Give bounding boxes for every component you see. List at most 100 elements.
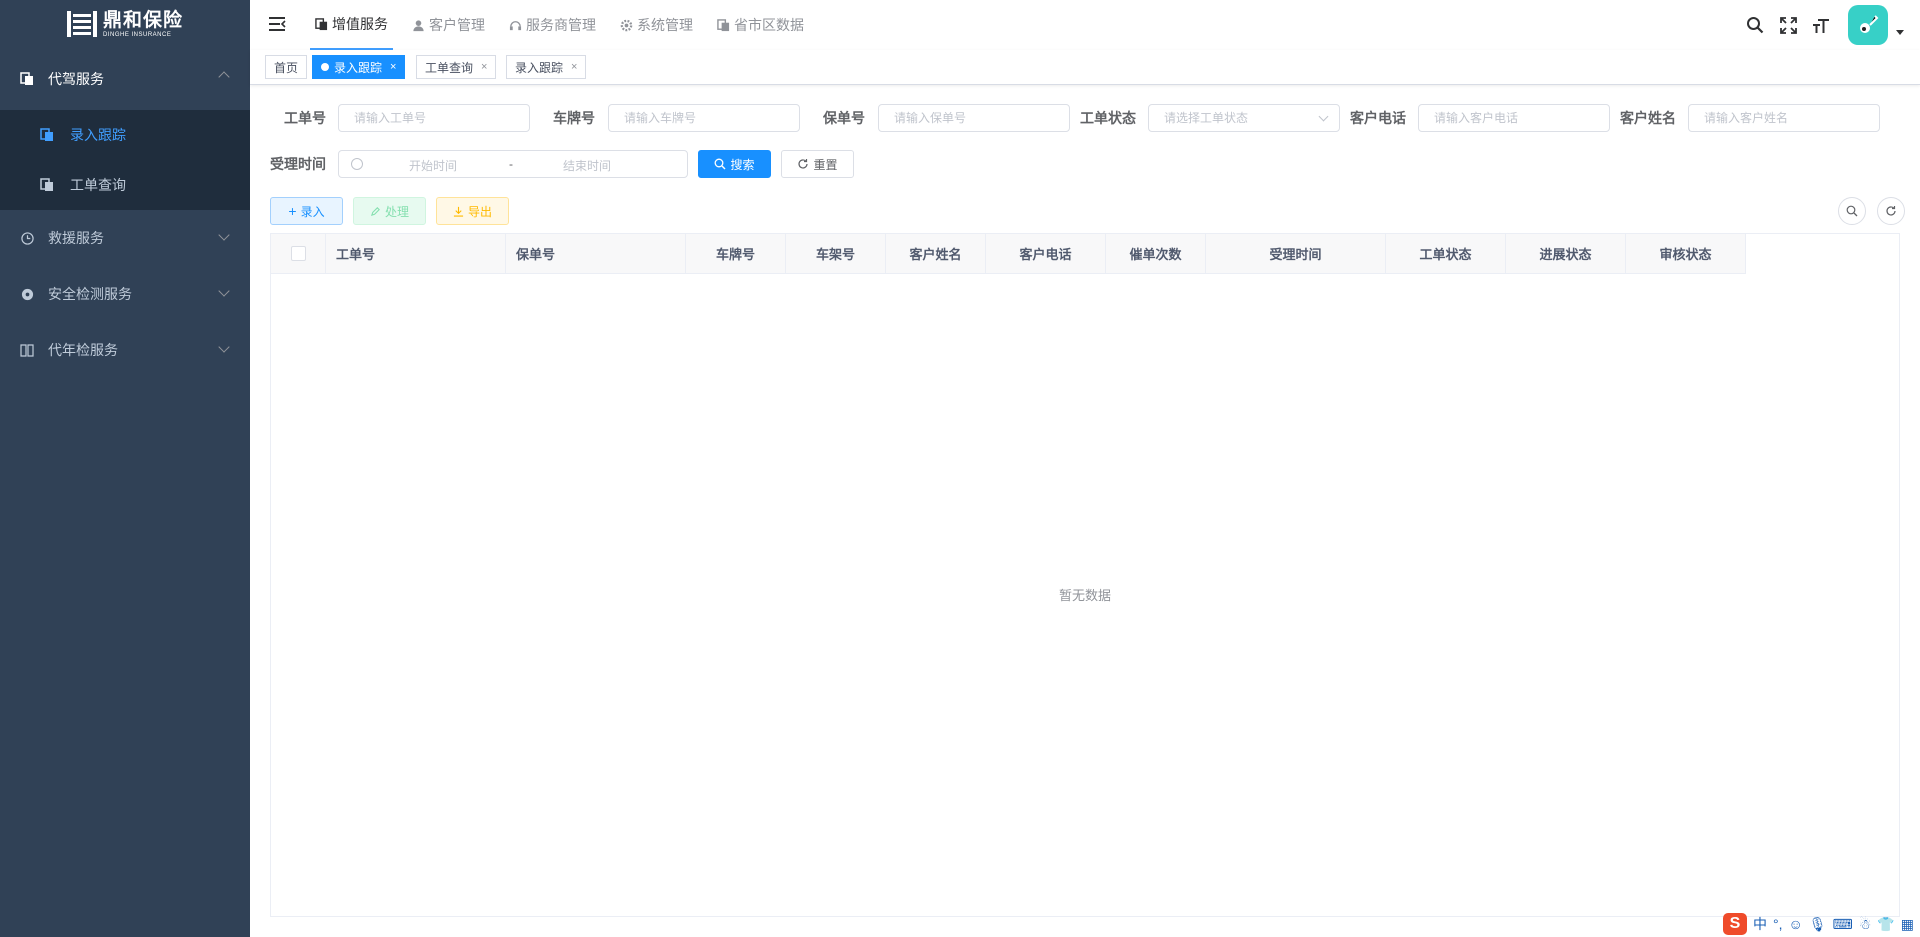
start-time-input[interactable]: 开始时间: [409, 157, 457, 174]
end-time-input[interactable]: 结束时间: [563, 157, 611, 174]
chevron-up-icon: [218, 71, 230, 83]
topnav-value-added-services[interactable]: 增值服务: [310, 0, 393, 50]
data-table: 工单号 保单号 车牌号 车架号 客户姓名 客户电话 催单次数 受理时间 工单状态…: [270, 233, 1900, 917]
close-icon[interactable]: ×: [571, 61, 577, 73]
user-icon[interactable]: ☃: [1859, 916, 1872, 933]
name-input[interactable]: 请输入客户姓名: [1688, 104, 1880, 132]
download-icon: [453, 206, 464, 217]
keyboard-icon[interactable]: ⌨: [1833, 916, 1853, 933]
reset-button[interactable]: 重置: [781, 150, 854, 178]
phone-input[interactable]: 请输入客户电话: [1418, 104, 1610, 132]
sidebar-subitem-entry-tracking[interactable]: 录入跟踪: [0, 110, 250, 160]
skin-icon[interactable]: 👕: [1877, 916, 1894, 933]
topbar: 增值服务 客户管理 服务商管理 系统管理 省市区数据: [250, 0, 1920, 50]
service-icon: [509, 19, 522, 32]
submenu-designated-driving: 录入跟踪 工单查询: [0, 110, 250, 210]
close-icon[interactable]: ×: [390, 61, 396, 73]
emoji-icon[interactable]: ☺: [1788, 916, 1802, 932]
tag-entry-tracking-2[interactable]: 录入跟踪 ×: [506, 55, 587, 79]
guitar-icon: [1860, 15, 1879, 33]
tag-label: 工单查询: [425, 60, 474, 75]
tag-home[interactable]: 首页: [265, 55, 308, 79]
chevron-down-icon: [218, 285, 230, 297]
sogou-logo-icon[interactable]: S: [1722, 913, 1747, 935]
add-button-label: 录入: [300, 204, 325, 219]
topnav-label: 系统管理: [637, 17, 693, 33]
topnav-label: 服务商管理: [526, 17, 596, 33]
column-header[interactable]: 客户姓名: [886, 234, 986, 274]
clock-icon: [20, 231, 34, 245]
documents-icon: [717, 18, 730, 32]
settings-icon: [20, 287, 34, 301]
logo-mark-icon: [66, 9, 97, 39]
search-button[interactable]: 搜索: [698, 150, 771, 178]
chevron-down-icon: [218, 229, 230, 241]
font-size-icon[interactable]: [1811, 15, 1831, 35]
avatar[interactable]: [1848, 5, 1888, 45]
add-button[interactable]: + 录入: [270, 197, 343, 225]
topbar-actions: [1745, 0, 1920, 50]
select-all-checkbox[interactable]: [290, 246, 306, 261]
column-header[interactable]: 车架号: [786, 234, 886, 274]
caret-down-icon[interactable]: [1896, 29, 1904, 35]
column-header[interactable]: 审核状态: [1626, 234, 1746, 274]
tag-entry-tracking[interactable]: 录入跟踪 ×: [312, 55, 406, 79]
topnav-customer-management[interactable]: 客户管理: [407, 0, 490, 50]
export-button[interactable]: 导出: [436, 197, 509, 225]
topnav-label: 客户管理: [429, 17, 485, 33]
topnav-system-management[interactable]: 系统管理: [615, 0, 698, 50]
order-no-input[interactable]: 请输入工单号: [338, 104, 530, 132]
sidebar-item-annual-inspection[interactable]: 代年检服务: [0, 322, 250, 378]
column-header[interactable]: 工单号: [326, 234, 506, 274]
ime-punctuation[interactable]: °,: [1773, 916, 1783, 932]
sidebar-item-designated-driving[interactable]: 代驾服务: [0, 48, 250, 110]
gear-icon: [620, 19, 633, 32]
chevron-down-icon: [218, 341, 230, 353]
topnav-region-data[interactable]: 省市区数据: [712, 0, 809, 50]
ime-toolbar: S 中 °, ☺ 🎙 ⌨ ☃ 👕 ▦: [1722, 911, 1920, 937]
tag-label: 录入跟踪: [334, 60, 383, 75]
refresh-icon: [798, 159, 809, 169]
column-header[interactable]: 车牌号: [686, 234, 786, 274]
user-icon: [412, 19, 425, 32]
logo[interactable]: 鼎和保险 DINGHE INSURANCE: [0, 0, 250, 48]
plus-icon: +: [288, 203, 297, 219]
plate-no-input[interactable]: 请输入车牌号: [608, 104, 800, 132]
sidebar-item-safety-inspection[interactable]: 安全检测服务: [0, 266, 250, 322]
topnav-provider-management[interactable]: 服务商管理: [504, 0, 601, 50]
column-header[interactable]: 保单号: [506, 234, 686, 274]
accept-time-range[interactable]: 开始时间 - 结束时间: [338, 150, 688, 178]
column-header[interactable]: 工单状态: [1386, 234, 1506, 274]
tags-view: 首页 录入跟踪 × 工单查询 × 录入跟踪 ×: [250, 50, 1920, 85]
select-all-cell: [271, 234, 326, 274]
column-header[interactable]: 受理时间: [1206, 234, 1386, 274]
hamburger-icon[interactable]: [268, 15, 286, 33]
microphone-icon[interactable]: 🎙: [1809, 916, 1827, 933]
close-icon[interactable]: ×: [481, 61, 487, 73]
sidebar-subitem-label: 工单查询: [70, 177, 126, 193]
phone-label: 客户电话: [1350, 110, 1406, 126]
toggle-search-button[interactable]: [1838, 197, 1866, 225]
order-status-select[interactable]: 请选择工单状态: [1148, 104, 1340, 132]
fullscreen-icon[interactable]: [1778, 15, 1798, 35]
sidebar-item-label: 救援服务: [48, 230, 104, 246]
process-button[interactable]: 处理: [353, 197, 426, 225]
sidebar-item-rescue[interactable]: 救援服务: [0, 210, 250, 266]
tag-order-query[interactable]: 工单查询 ×: [416, 55, 497, 79]
column-header[interactable]: 进展状态: [1506, 234, 1626, 274]
logo-subtitle: DINGHE INSURANCE: [102, 31, 172, 38]
policy-no-input[interactable]: 请输入保单号: [878, 104, 1070, 132]
grid-icon[interactable]: ▦: [1901, 916, 1914, 933]
search-icon: [1846, 205, 1858, 217]
ime-language[interactable]: 中: [1753, 914, 1767, 934]
refresh-button[interactable]: [1877, 197, 1905, 225]
plate-no-label: 车牌号: [553, 110, 595, 126]
sidebar-subitem-order-query[interactable]: 工单查询: [0, 160, 250, 210]
sidebar: 鼎和保险 DINGHE INSURANCE 代驾服务 录入跟踪 工单查询 救援服…: [0, 0, 250, 937]
order-no-label: 工单号: [284, 110, 326, 126]
topnav-label: 省市区数据: [734, 17, 804, 33]
column-header[interactable]: 催单次数: [1106, 234, 1206, 274]
column-header[interactable]: 客户电话: [986, 234, 1106, 274]
active-dot-icon: [321, 63, 329, 71]
search-icon[interactable]: [1745, 15, 1765, 35]
